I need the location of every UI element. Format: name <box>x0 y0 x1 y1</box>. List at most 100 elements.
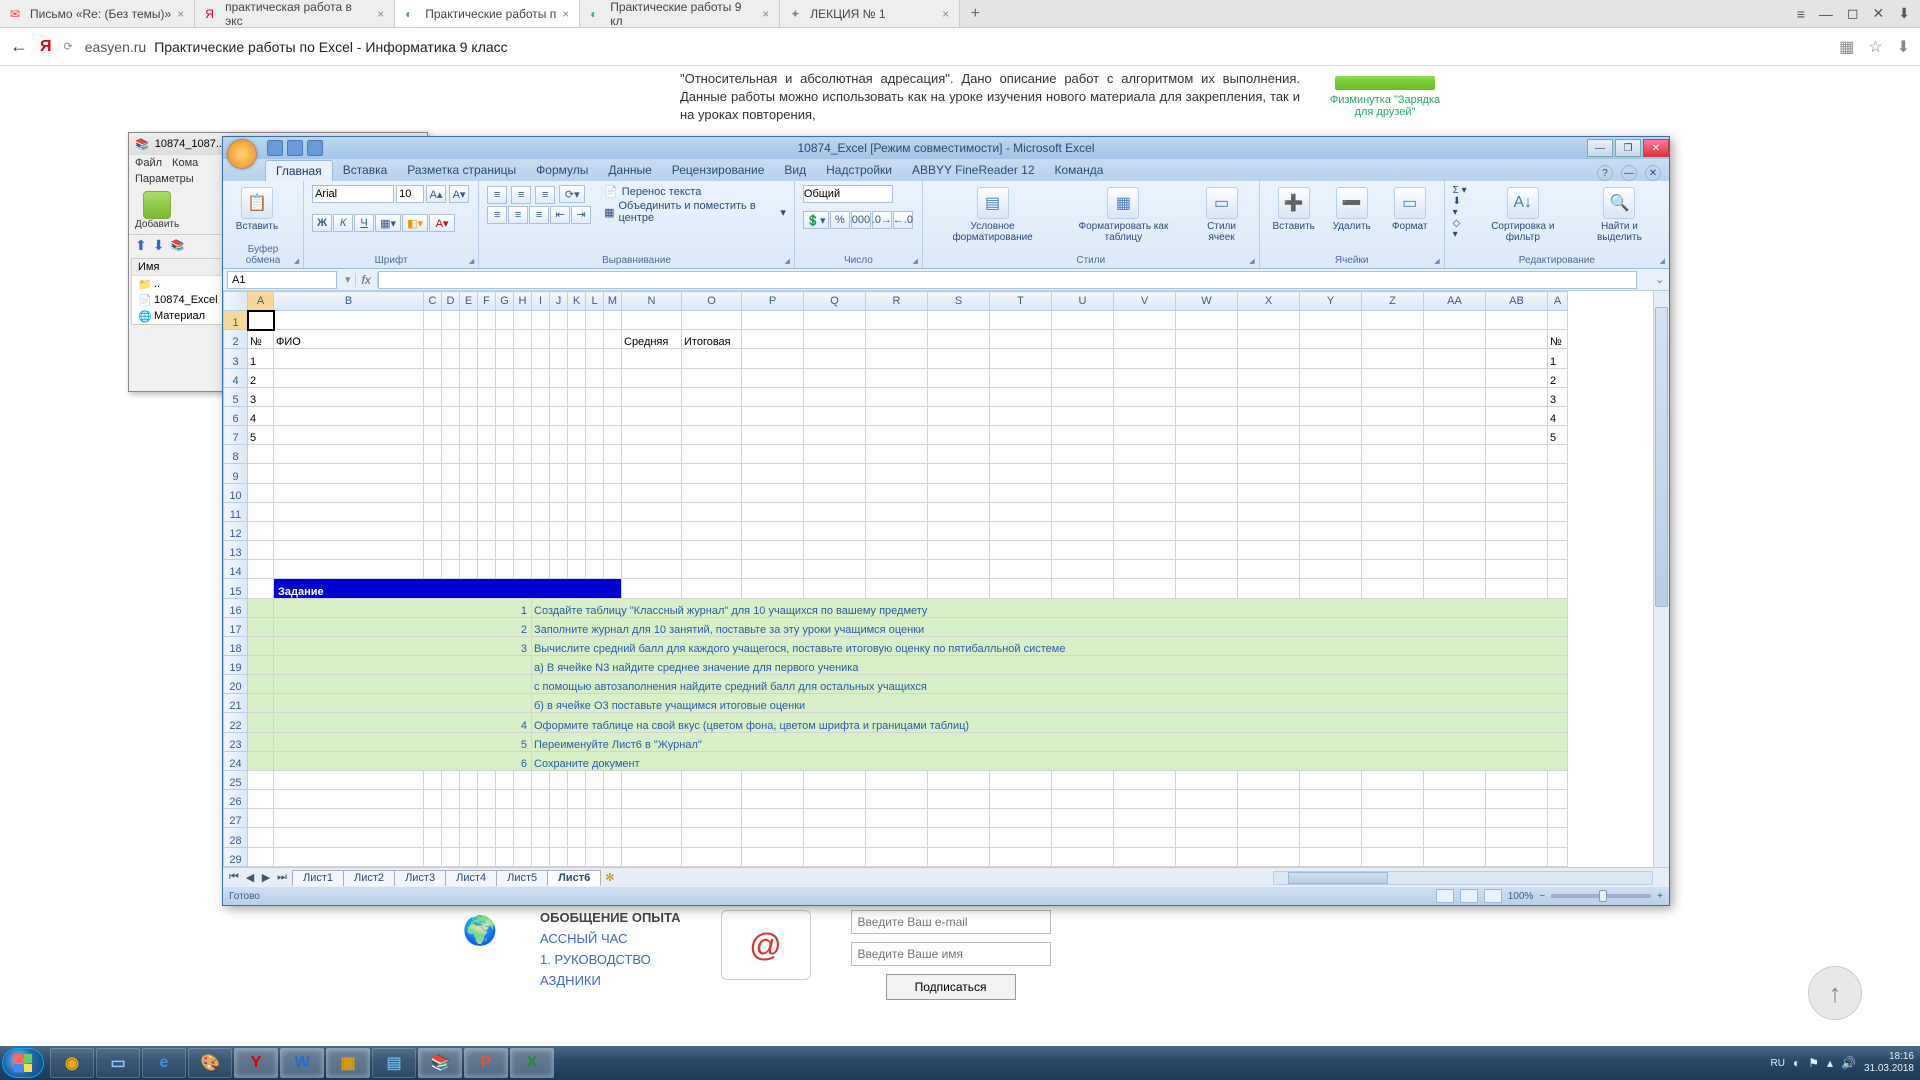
cell[interactable] <box>248 445 274 464</box>
cell[interactable]: 2 <box>1548 368 1568 387</box>
cell[interactable] <box>1362 790 1424 809</box>
comma-icon[interactable]: 000 <box>851 211 871 229</box>
task-text-cell[interactable]: с помощью автозаполнения найдите средний… <box>532 675 1568 694</box>
cell[interactable] <box>514 330 532 349</box>
cell[interactable] <box>496 502 514 521</box>
cell[interactable] <box>478 406 496 425</box>
cell[interactable]: Средняя <box>622 330 682 349</box>
col-header[interactable]: I <box>532 292 550 311</box>
cell[interactable] <box>804 790 866 809</box>
cell[interactable] <box>424 406 442 425</box>
zoom-value[interactable]: 100% <box>1508 891 1534 902</box>
new-tab-button[interactable]: + <box>960 0 990 27</box>
sheet-nav-next-icon[interactable]: ▶ <box>259 871 273 884</box>
cell[interactable] <box>682 483 742 502</box>
cell[interactable] <box>604 406 622 425</box>
cell[interactable] <box>1362 502 1424 521</box>
cell[interactable] <box>496 541 514 560</box>
cell[interactable] <box>496 790 514 809</box>
cell[interactable] <box>682 847 742 866</box>
cell[interactable] <box>460 770 478 789</box>
cell[interactable] <box>866 330 928 349</box>
cell[interactable] <box>622 521 682 540</box>
cell[interactable] <box>586 368 604 387</box>
task-num-cell[interactable]: 2 <box>274 617 532 636</box>
cell[interactable] <box>1238 426 1300 445</box>
cell[interactable] <box>532 387 550 406</box>
cell[interactable] <box>622 464 682 483</box>
cell[interactable] <box>248 521 274 540</box>
qat-undo-icon[interactable] <box>287 140 303 156</box>
zoom-out-icon[interactable]: − <box>1539 891 1545 902</box>
cell[interactable] <box>248 675 274 694</box>
cell[interactable] <box>866 541 928 560</box>
cell[interactable] <box>442 426 460 445</box>
vertical-scrollbar[interactable] <box>1653 291 1669 867</box>
cell[interactable] <box>1114 387 1176 406</box>
cell[interactable] <box>604 770 622 789</box>
cell[interactable] <box>1424 828 1486 847</box>
cell[interactable] <box>622 502 682 521</box>
clock[interactable]: 18:1631.03.2018 <box>1864 1051 1914 1075</box>
cell[interactable] <box>1486 828 1548 847</box>
cell[interactable] <box>742 464 804 483</box>
col-header[interactable]: X <box>1238 292 1300 311</box>
cell[interactable] <box>496 770 514 789</box>
row-header[interactable]: 18 <box>224 636 248 655</box>
cell[interactable] <box>1114 368 1176 387</box>
cell[interactable] <box>928 521 990 540</box>
cell[interactable] <box>866 790 928 809</box>
cell[interactable] <box>1052 828 1114 847</box>
cell[interactable] <box>532 483 550 502</box>
cell[interactable] <box>550 541 568 560</box>
cell[interactable] <box>1362 387 1424 406</box>
cell[interactable] <box>622 406 682 425</box>
cell[interactable] <box>1176 483 1238 502</box>
cell[interactable] <box>586 387 604 406</box>
col-header[interactable]: O <box>682 292 742 311</box>
cell[interactable] <box>742 541 804 560</box>
cell[interactable] <box>550 770 568 789</box>
cell[interactable] <box>1424 445 1486 464</box>
cell[interactable] <box>990 790 1052 809</box>
cell[interactable]: 1 <box>1548 349 1568 368</box>
cell[interactable] <box>1238 387 1300 406</box>
cell[interactable] <box>1362 330 1424 349</box>
cell[interactable] <box>1114 483 1176 502</box>
cell[interactable] <box>742 521 804 540</box>
cell[interactable] <box>1114 541 1176 560</box>
cell[interactable] <box>424 770 442 789</box>
browser-tab[interactable]: ✦ЛЕКЦИЯ № 1× <box>780 0 960 27</box>
cell[interactable] <box>532 809 550 828</box>
cell[interactable] <box>1114 464 1176 483</box>
cell[interactable] <box>742 579 804 598</box>
cell[interactable] <box>804 464 866 483</box>
page-link[interactable]: АССНЫЙ ЧАС <box>540 931 681 946</box>
cell[interactable] <box>682 464 742 483</box>
cell[interactable] <box>928 445 990 464</box>
cell[interactable] <box>604 847 622 866</box>
cell[interactable] <box>496 809 514 828</box>
cell[interactable] <box>742 311 804 330</box>
ribbon-tab[interactable]: Рецензирование <box>662 160 775 181</box>
col-header[interactable]: T <box>990 292 1052 311</box>
cell[interactable] <box>514 349 532 368</box>
taskbar-app[interactable]: Y <box>234 1048 278 1078</box>
taskbar-app[interactable]: ◉ <box>50 1048 94 1078</box>
cell[interactable] <box>1548 311 1568 330</box>
cell[interactable] <box>1052 445 1114 464</box>
cell[interactable] <box>442 406 460 425</box>
row-header[interactable]: 9 <box>224 464 248 483</box>
cell[interactable] <box>532 464 550 483</box>
bookmark-icon[interactable]: ☆ <box>1868 37 1882 57</box>
cell[interactable]: 1 <box>248 349 274 368</box>
cell[interactable] <box>550 502 568 521</box>
taskbar-app[interactable]: e <box>142 1048 186 1078</box>
cell[interactable] <box>1114 579 1176 598</box>
cell[interactable] <box>1300 770 1362 789</box>
row-header[interactable]: 15 <box>224 579 248 598</box>
cell[interactable] <box>568 541 586 560</box>
col-header[interactable]: V <box>1114 292 1176 311</box>
clear-button[interactable]: ◇ ▾ <box>1453 218 1468 240</box>
cell[interactable] <box>928 560 990 579</box>
